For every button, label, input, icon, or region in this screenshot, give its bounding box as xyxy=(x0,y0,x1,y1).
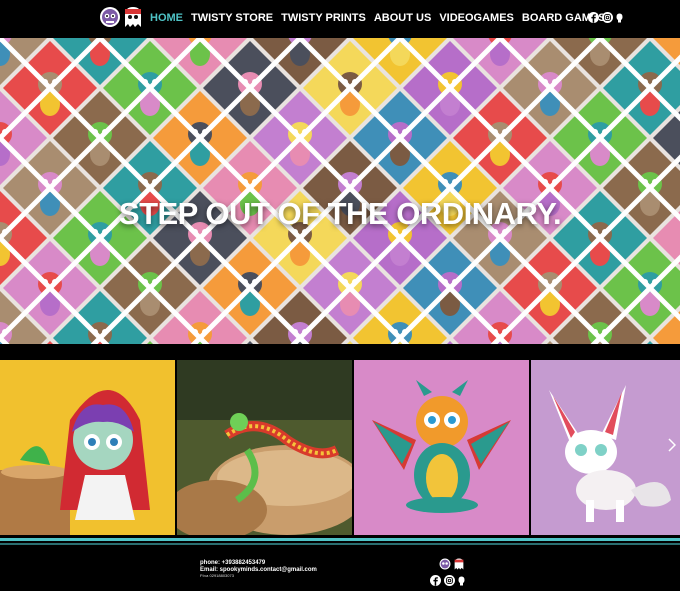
footer-divider-top xyxy=(0,538,680,541)
articulated-dragon-figure xyxy=(177,360,352,535)
red-riding-hood-figure xyxy=(0,360,175,535)
tiktok-icon[interactable] xyxy=(616,13,623,23)
skull-doll-logo[interactable] xyxy=(439,557,451,571)
product-gallery xyxy=(0,360,680,536)
main-navigation: HOME TWISTY STORE TWISTY PRINTS ABOUT US… xyxy=(150,12,606,24)
top-navigation-bar: HOME TWISTY STORE TWISTY PRINTS ABOUT US… xyxy=(0,0,680,38)
chevron-right-icon[interactable] xyxy=(668,438,676,452)
contact-info: phone: +393882453479 Email: spookyminds.… xyxy=(200,560,317,578)
footer-social-links xyxy=(430,575,465,586)
ghost-skull-logo[interactable] xyxy=(453,557,465,571)
nav-item-twisty-store[interactable]: TWISTY STORE xyxy=(191,12,273,24)
footer: phone: +393882453479 Email: spookyminds.… xyxy=(0,545,680,591)
nav-item-videogames[interactable]: VIDEOGAMES xyxy=(439,12,514,24)
header-social-links xyxy=(588,12,623,23)
ghost-skull-logo[interactable] xyxy=(122,5,144,29)
nav-item-twisty-prints[interactable]: TWISTY PRINTS xyxy=(281,12,366,24)
instagram-icon[interactable] xyxy=(602,12,613,23)
gallery-item-white-fox[interactable] xyxy=(531,360,680,535)
contact-phone[interactable]: phone: +393882453479 xyxy=(200,560,317,567)
facebook-icon[interactable] xyxy=(588,12,599,23)
nav-item-about-us[interactable]: ABOUT US xyxy=(374,12,431,24)
hero-banner: STEP OUT OF THE ORDINARY. xyxy=(0,38,680,344)
nav-item-home[interactable]: HOME xyxy=(150,12,183,24)
gallery-item-winged-dragon[interactable] xyxy=(354,360,529,535)
skull-doll-logo[interactable] xyxy=(99,5,121,29)
gallery-item-articulated-dragon[interactable] xyxy=(177,360,352,535)
hero-bottom-band xyxy=(0,344,680,360)
tiktok-icon[interactable] xyxy=(458,576,465,586)
hero-diamond-collage xyxy=(0,38,680,344)
winged-dragon-figure xyxy=(354,360,529,535)
facebook-icon[interactable] xyxy=(430,575,441,586)
instagram-icon[interactable] xyxy=(444,575,455,586)
hero-title: STEP OUT OF THE ORDINARY. xyxy=(118,196,562,231)
gallery-item-red-riding-hood[interactable] xyxy=(0,360,175,535)
contact-vat: P.iva 02918803073 xyxy=(200,572,234,578)
white-fox-figure xyxy=(531,360,680,535)
